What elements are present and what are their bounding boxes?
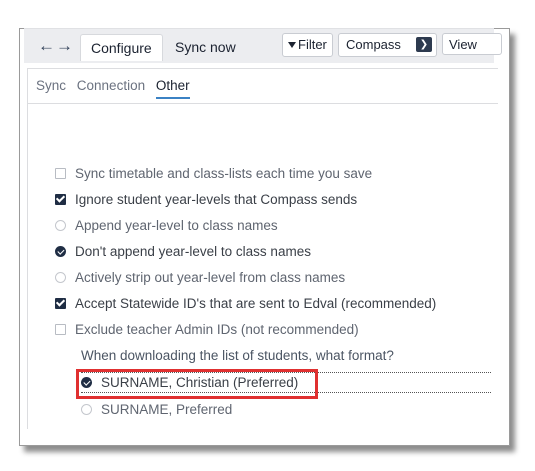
radio-unselected[interactable] bbox=[55, 272, 66, 283]
subtab-bar: Sync Connection Other bbox=[36, 78, 197, 102]
highlight-box bbox=[76, 369, 318, 399]
back-forward-arrows-icon[interactable]: ←→ bbox=[38, 35, 74, 57]
checkbox-checked[interactable] bbox=[55, 194, 66, 205]
checkbox-unchecked[interactable] bbox=[55, 168, 66, 179]
toolbar: ←→ Configure Sync now Filter Compass ❯ V… bbox=[24, 28, 502, 63]
chevron-down-icon: ❯ bbox=[416, 37, 432, 52]
option-label: Actively strip out year-level from class… bbox=[75, 270, 346, 285]
filter-icon bbox=[288, 42, 296, 48]
option-label: Don't append year-level to class names bbox=[75, 244, 311, 259]
option-label: Exclude teacher Admin IDs (not recommend… bbox=[75, 322, 359, 337]
format-question: When downloading the list of students, w… bbox=[81, 348, 394, 363]
filter-button[interactable]: Filter bbox=[282, 33, 333, 57]
radio-selected[interactable] bbox=[55, 246, 66, 257]
source-select-value: Compass bbox=[346, 37, 401, 52]
subtab-other[interactable]: Other bbox=[155, 78, 190, 99]
option-label: Ignore student year-levels that Compass … bbox=[75, 192, 358, 207]
subtab-sync[interactable]: Sync bbox=[36, 78, 66, 97]
tab-configure[interactable]: Configure bbox=[80, 34, 163, 61]
source-select[interactable]: Compass ❯ bbox=[338, 33, 437, 57]
option-label: SURNAME, Preferred bbox=[101, 402, 233, 417]
radio-unselected[interactable] bbox=[81, 404, 92, 415]
checkbox-unchecked[interactable] bbox=[55, 324, 66, 335]
tab-sync-now[interactable]: Sync now bbox=[165, 34, 246, 60]
filter-label: Filter bbox=[298, 37, 327, 52]
radio-unselected[interactable] bbox=[55, 220, 66, 231]
checkbox-checked[interactable] bbox=[55, 298, 66, 309]
subtab-divider bbox=[28, 103, 498, 104]
option-label: Append year-level to class names bbox=[75, 218, 278, 233]
view-button[interactable]: View bbox=[442, 33, 502, 55]
option-label: Accept Statewide ID's that are sent to E… bbox=[75, 296, 437, 311]
option-label: Sync timetable and class-lists each time… bbox=[75, 166, 373, 181]
subtab-connection[interactable]: Connection bbox=[77, 78, 145, 97]
